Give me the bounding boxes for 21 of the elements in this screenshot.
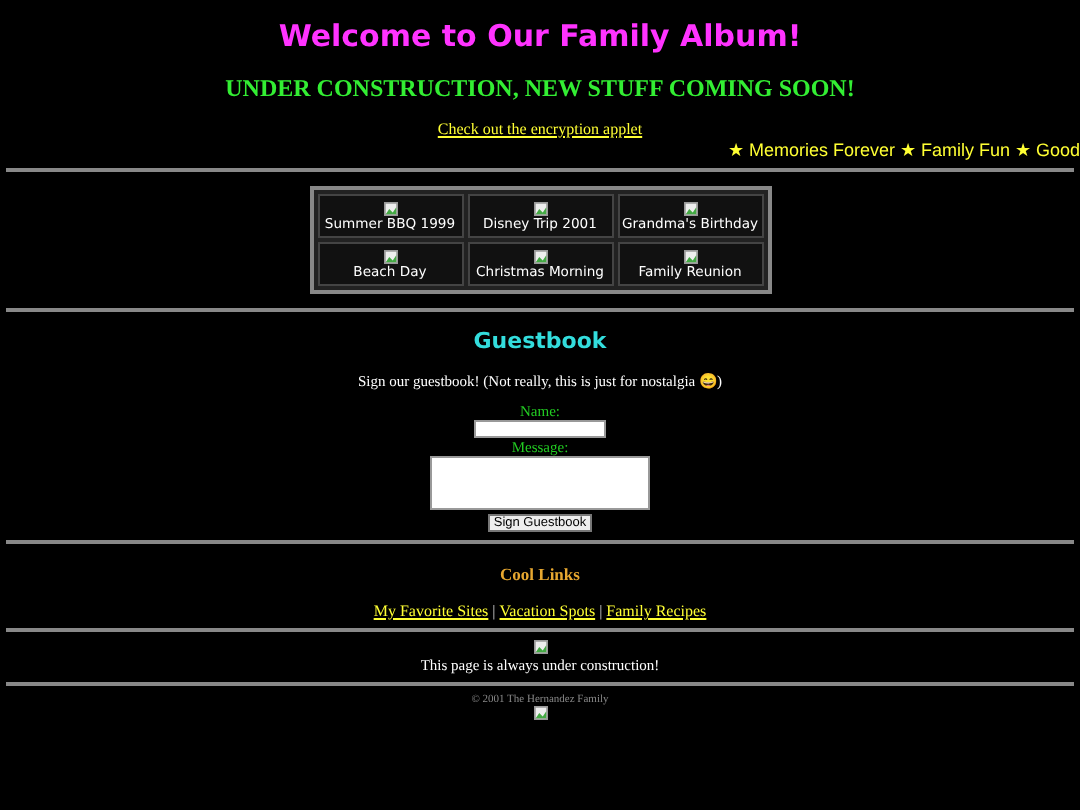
applet-link[interactable]: Check out the encryption applet: [437, 120, 643, 138]
cool-link[interactable]: Family Recipes: [606, 602, 707, 620]
construction-heading: UNDER CONSTRUCTION, NEW STUFF COMING SOON!: [223, 74, 857, 104]
broken-image-icon: [533, 640, 547, 654]
broken-image-icon: [533, 706, 547, 720]
broken-image-icon: [383, 250, 397, 264]
cool-link[interactable]: My Favorite Sites: [373, 602, 489, 620]
guestbook-heading: Guestbook: [471, 328, 609, 354]
broken-image-icon: [533, 202, 547, 216]
cool-link[interactable]: Vacation Spots: [499, 602, 596, 620]
cool-links-heading: Cool Links: [498, 564, 582, 584]
page-title: Welcome to Our Family Album!: [276, 18, 804, 54]
broken-image-icon: [533, 250, 547, 264]
link-separator: |: [599, 602, 603, 620]
link-separator: |: [492, 602, 496, 620]
message-field[interactable]: [430, 456, 650, 510]
marquee-text: ★ Memories Forever ★ Family Fun ★ Good: [727, 140, 1080, 160]
broken-image-icon: [383, 202, 397, 216]
name-field[interactable]: [474, 420, 606, 438]
broken-image-icon: [683, 202, 697, 216]
broken-image-icon: [683, 250, 697, 264]
